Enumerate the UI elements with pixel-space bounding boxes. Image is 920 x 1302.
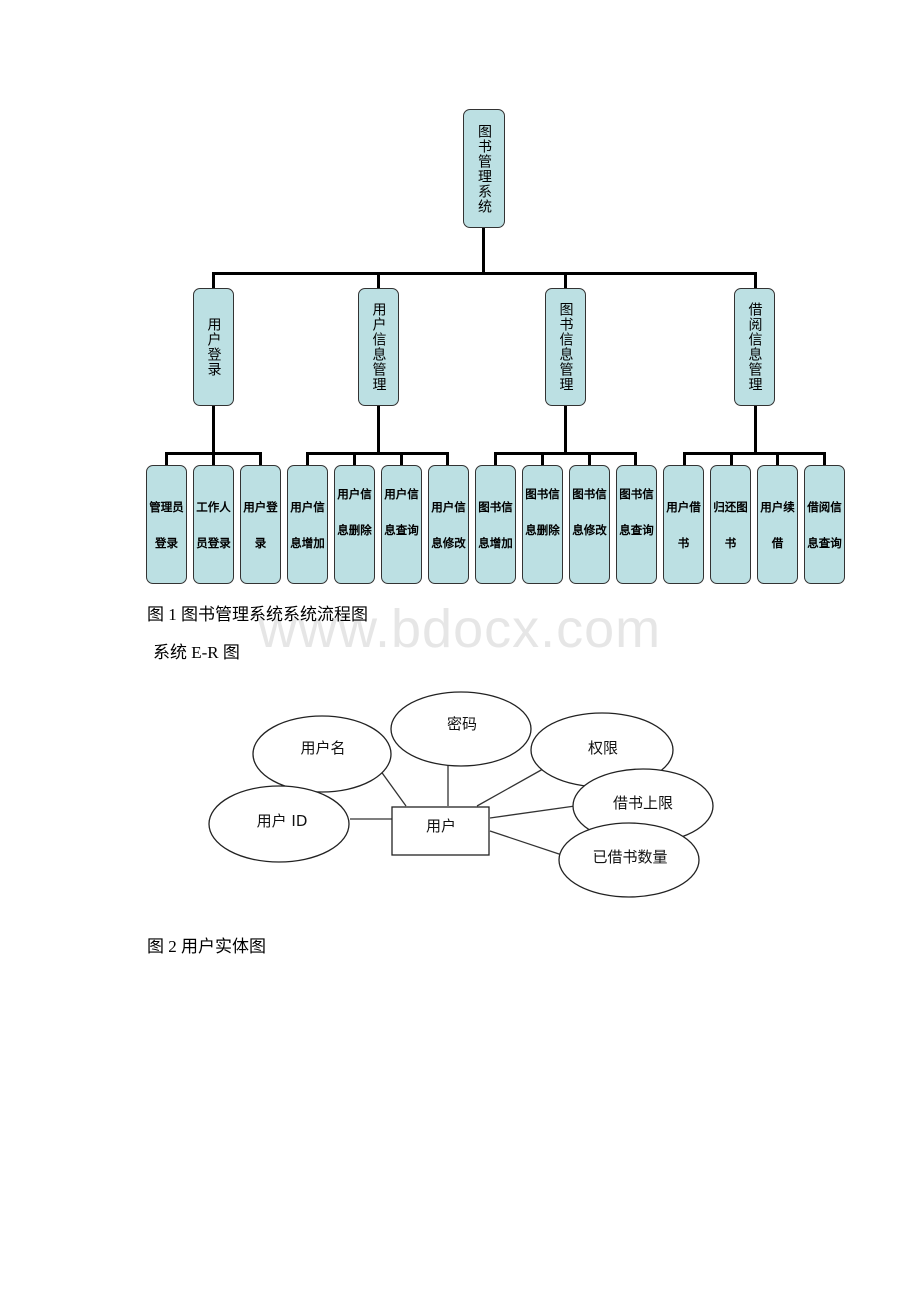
entity-label: 用户 bbox=[426, 817, 456, 835]
attribute-label: 权限 bbox=[588, 739, 618, 757]
er-diagram: 用户 用户名 密码 权限 用户 ID 借书上限 已借书数量 bbox=[208, 691, 714, 898]
er-link bbox=[379, 769, 407, 807]
figure2-caption: 图 2 用户实体图 bbox=[147, 937, 266, 956]
er-link bbox=[489, 830, 563, 856]
attribute-label: 用户名 bbox=[300, 739, 345, 757]
er-link bbox=[489, 805, 576, 819]
attribute-label: 借书上限 bbox=[613, 794, 673, 812]
attribute-label: 已借书数量 bbox=[592, 848, 667, 866]
attribute-label: 密码 bbox=[447, 715, 477, 733]
attribute-label: 用户 ID bbox=[257, 812, 308, 830]
er-link bbox=[476, 768, 544, 807]
